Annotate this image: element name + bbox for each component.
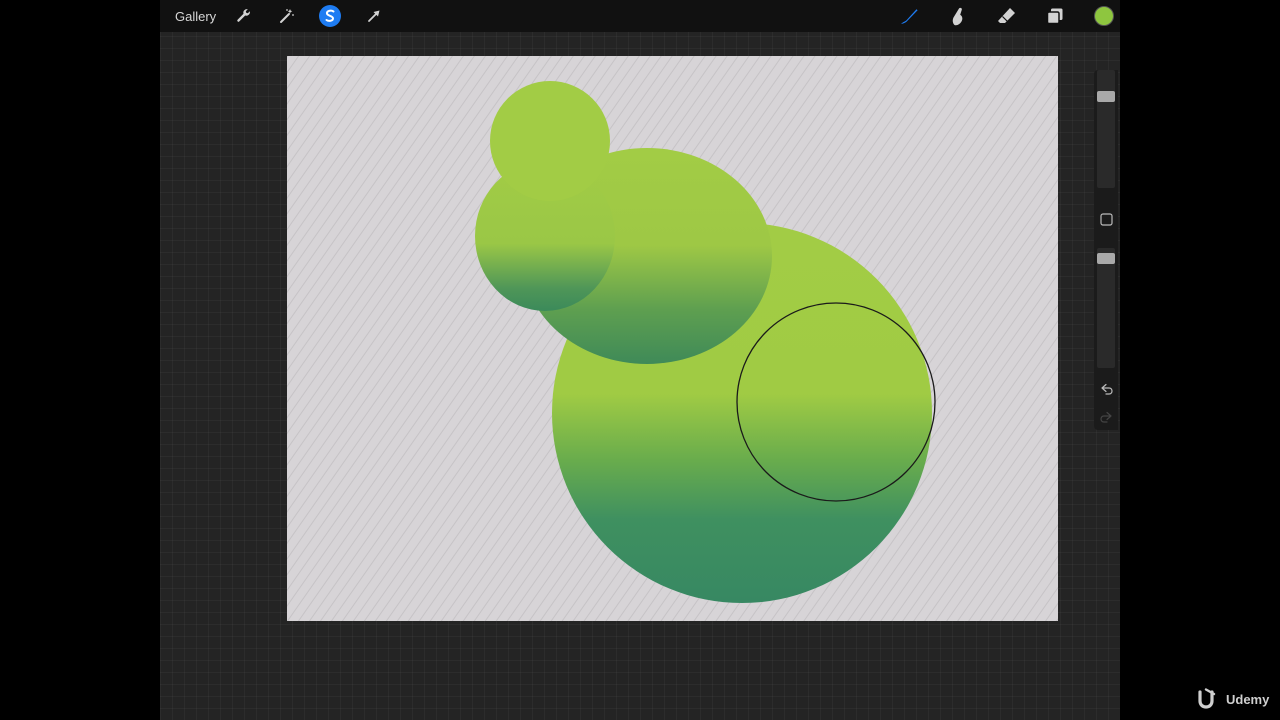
procreate-app: Gallery [160,0,1120,720]
artwork [287,56,1058,621]
modify-square-icon[interactable] [1099,212,1113,226]
undo-icon[interactable] [1098,381,1114,397]
smudge-icon[interactable] [944,4,970,28]
layers-icon[interactable] [1042,4,1068,28]
udemy-watermark: Udemy [1196,688,1269,710]
gallery-button[interactable]: Gallery [172,4,219,28]
transform-arrow-icon[interactable] [362,4,386,28]
brush-icon[interactable] [896,4,922,28]
color-swatch[interactable] [1092,4,1116,28]
drawing-canvas[interactable] [287,56,1058,621]
brush-size-thumb[interactable] [1097,91,1115,102]
selection-icon[interactable] [318,4,342,28]
udemy-brand-text: Udemy [1226,691,1270,707]
wrench-icon[interactable] [232,4,256,28]
top-toolbar: Gallery [160,0,1120,32]
opacity-slider[interactable] [1097,248,1115,368]
magic-wand-icon[interactable] [275,4,299,28]
redo-icon[interactable] [1098,409,1114,425]
eraser-icon[interactable] [993,4,1019,28]
opacity-thumb[interactable] [1097,253,1115,264]
brush-size-slider[interactable] [1097,70,1115,188]
right-sidebar [1094,70,1118,430]
udemy-logo-icon [1198,688,1216,709]
